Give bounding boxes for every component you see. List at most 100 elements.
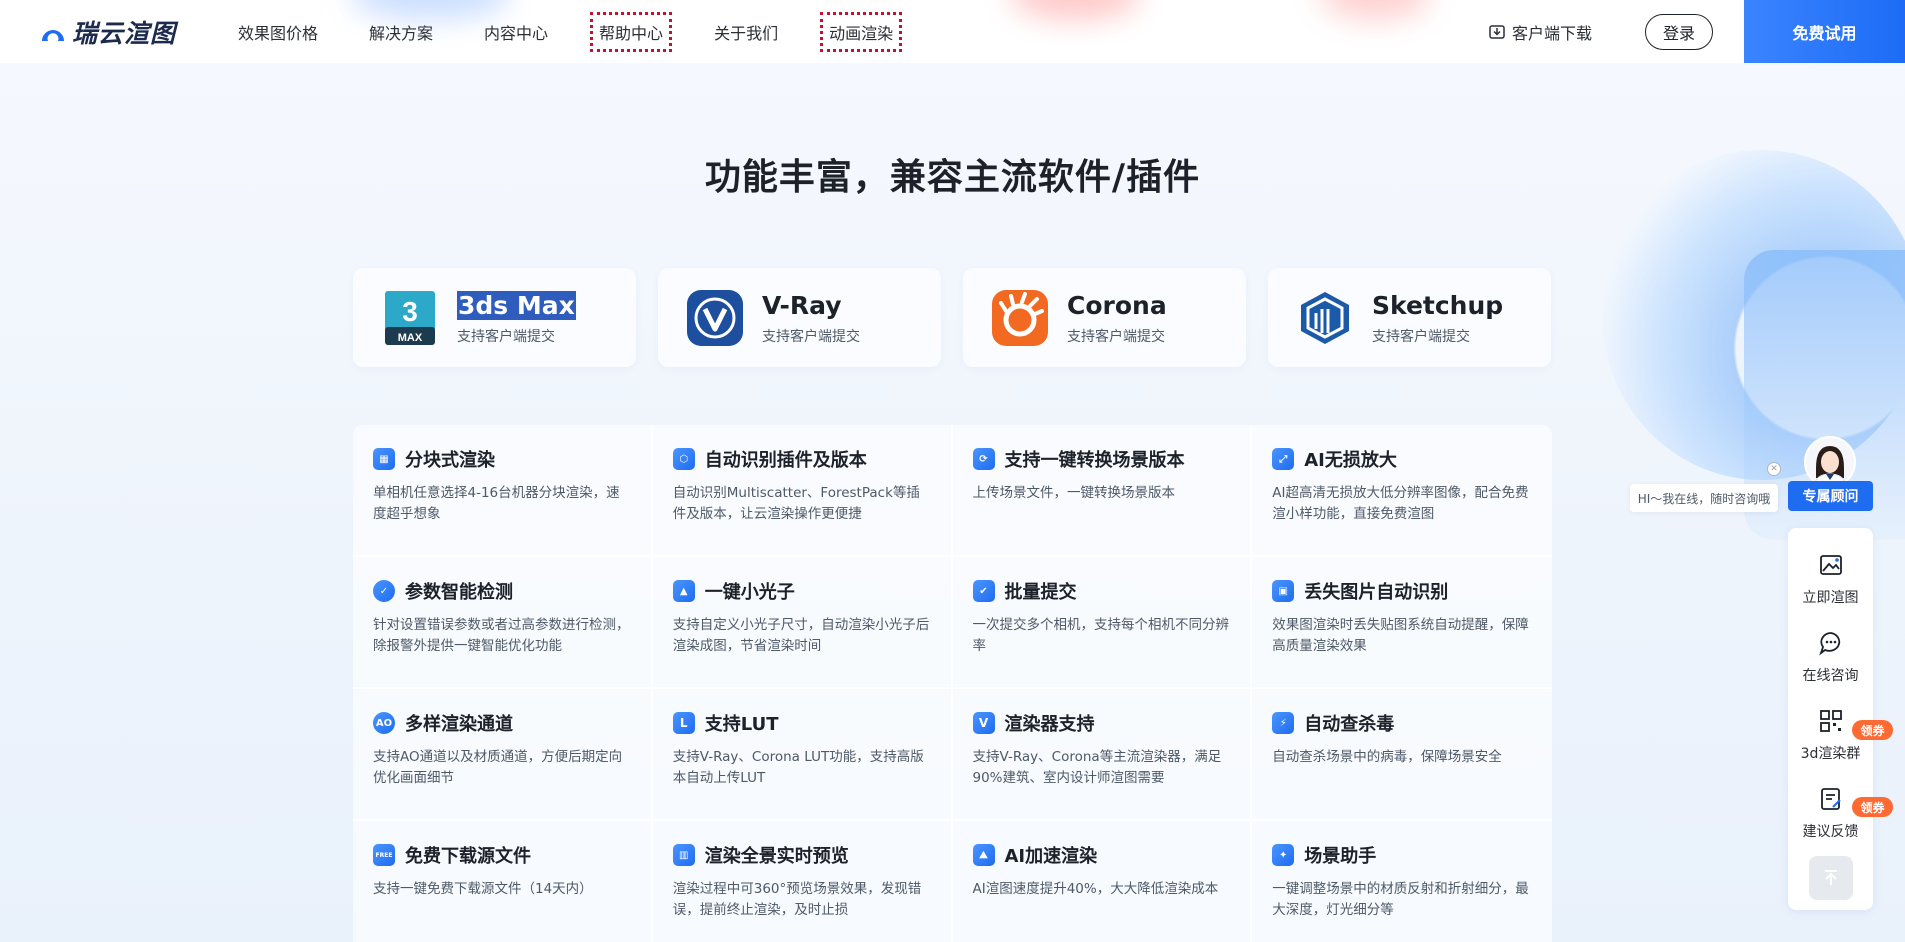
feature-desc: 支持AO通道以及材质通道，方便后期定向优化画面细节	[373, 749, 623, 786]
svg-text:3: 3	[402, 296, 418, 327]
side-tool-label: 在线咨询	[1802, 668, 1859, 684]
download-icon	[1489, 25, 1505, 39]
feature-title: 批量提交	[1004, 582, 1077, 603]
feature-desc: 一次提交多个相机，支持每个相机不同分辨率	[972, 617, 1230, 654]
feature-card: ⬡ 自动识别插件及版本 自动识别Multiscatter、ForestPack等插…	[652, 425, 953, 557]
feature-desc: 支持自定义小光子尺寸，自动渲染小光子后渲染成图，节省渲染时间	[672, 617, 930, 654]
corona-icon	[992, 289, 1048, 346]
lut-icon: L	[672, 712, 695, 734]
feedback-icon	[1820, 788, 1841, 810]
free-trial-button[interactable]: 免费试用	[1744, 0, 1905, 63]
feature-title: AI加速渲染	[1004, 846, 1098, 867]
side-tool-online-chat[interactable]: 在线咨询	[1788, 630, 1873, 685]
software-card-sketchup[interactable]: Sketchup 支持客户端提交	[1268, 268, 1551, 367]
convert-version-icon: ⟳	[972, 448, 995, 470]
feature-desc: AI超高清无损放大低分辨率图像，配合免费渲小样功能，直接免费渲图	[1272, 485, 1529, 522]
advisor-avatar-icon	[1806, 438, 1854, 486]
feature-card: ▥ 渲染全景实时预览 渲染过程中可360°预览场景效果，发现错误，提前终止渲染，及…	[652, 821, 953, 942]
batch-submit-icon: ✔	[972, 580, 995, 602]
software-sub: 支持客户端提交	[1372, 328, 1470, 345]
sketchup-icon	[1301, 291, 1349, 344]
back-to-top-button[interactable]	[1809, 856, 1853, 900]
feature-card: ⛰ AI加速渲染 AI渲图速度提升40%，大大降低渲染成本	[952, 821, 1253, 942]
feature-card: V 渲染器支持 支持V-Ray、Corona等主流渲染器，满足90%建筑、室内设计…	[952, 689, 1253, 821]
nav-item-solutions[interactable]: 解决方案	[363, 15, 439, 49]
nav-item-pricing[interactable]: 效果图价格	[232, 15, 324, 49]
side-tool-panel: 立即渲图 在线咨询 3d渲染群 建议反馈	[1788, 528, 1873, 910]
panorama-preview-icon: ▥	[672, 844, 695, 866]
software-list: 3 MAX 3ds Max 支持客户端提交 V-Ray 支持客户端提交 Coro…	[353, 268, 1551, 367]
ai-upscale-icon: ⤢	[1272, 448, 1295, 470]
software-card-vray[interactable]: V-Ray 支持客户端提交	[658, 268, 941, 367]
feature-title: 自动识别插件及版本	[704, 450, 867, 471]
feature-card: ▲ 一键小光子 支持自定义小光子尺寸，自动渲染小光子后渲染成图，节省渲染时间	[652, 557, 953, 689]
feature-card: ▦ 分块式渲染 单相机任意选择4-16台机器分块渲染，速度超乎想象	[353, 425, 653, 557]
site-logo[interactable]: 瑞云渲图	[38, 14, 176, 50]
plugin-detect-icon: ⬡	[672, 448, 695, 470]
feature-title: 支持LUT	[704, 714, 779, 735]
image-icon	[1819, 555, 1842, 575]
side-tool-label: 建议反馈	[1802, 824, 1859, 840]
3dsmax-icon: 3 MAX	[385, 290, 435, 345]
feature-desc: AI渲图速度提升40%，大大降低渲染成本	[972, 881, 1219, 897]
exclusive-advisor-button[interactable]: 专属顾问	[1788, 481, 1873, 511]
feature-title: 场景助手	[1304, 846, 1377, 867]
feature-desc: 效果图渲染时丢失贴图系统自动提醒，保障高质量渲染效果	[1272, 617, 1529, 654]
feature-card: ⚡ 自动查杀毒 自动查杀场景中的病毒，保障场景安全	[1252, 689, 1552, 821]
feature-title: 渲染全景实时预览	[704, 846, 849, 867]
coupon-badge[interactable]: 领券	[1852, 797, 1893, 817]
feature-title: 一键小光子	[704, 582, 795, 603]
close-icon[interactable]: ✕	[1767, 462, 1781, 476]
feature-desc: 支持V-Ray、Corona等主流渲染器，满足90%建筑、室内设计师渲图需要	[972, 749, 1222, 786]
ao-channel-icon: AO	[373, 712, 395, 734]
feature-title: 丢失图片自动识别	[1304, 582, 1449, 603]
feature-card: ✔ 批量提交 一次提交多个相机，支持每个相机不同分辨率	[952, 557, 1253, 689]
feature-title: 自动查杀毒	[1304, 714, 1395, 735]
download-label: 客户端下载	[1512, 24, 1593, 43]
software-card-3dsmax[interactable]: 3 MAX 3ds Max 支持客户端提交	[353, 268, 636, 367]
feature-desc: 单相机任意选择4-16台机器分块渲染，速度超乎想象	[373, 485, 620, 522]
split-render-icon: ▦	[373, 448, 395, 470]
feature-title: 多样渲染通道	[405, 714, 513, 735]
vray-icon	[687, 289, 743, 346]
renderer-icon: V	[972, 712, 995, 734]
feature-card: L 支持LUT 支持V-Ray、Corona LUT功能，支持高版本自动上传LUT	[652, 689, 953, 821]
feature-desc: 自动识别Multiscatter、ForestPack等插件及版本，让云渲染操作…	[672, 485, 920, 522]
header-decoration	[1010, 0, 1140, 20]
chat-icon	[1818, 632, 1840, 656]
feature-title: 支持一键转换场景版本	[1004, 450, 1185, 471]
feature-desc: 上传场景文件，一键转换场景版本	[972, 485, 1176, 501]
feature-card: ✦ 场景助手 一键调整场景中的材质反射和折射细分，最大深度，灯光细分等	[1252, 821, 1552, 942]
arrow-up-icon	[1825, 870, 1837, 885]
feature-card: ✓ 参数智能检测 针对设置错误参数或者过高参数进行检测，除报警外提供一键智能优化功…	[353, 557, 653, 689]
feature-title: 渲染器支持	[1004, 714, 1095, 735]
photon-icon: ▲	[672, 580, 695, 602]
free-download-icon: FREE	[373, 844, 395, 866]
feature-desc: 支持V-Ray、Corona LUT功能，支持高版本自动上传LUT	[672, 749, 924, 786]
feature-desc: 渲染过程中可360°预览场景效果，发现错误，提前终止渲染，及时止损	[672, 881, 922, 918]
scene-assistant-icon: ✦	[1272, 844, 1295, 866]
side-tool-render-now[interactable]: 立即渲图	[1788, 552, 1873, 607]
login-button[interactable]: 登录	[1645, 14, 1713, 50]
software-card-corona[interactable]: Corona 支持客户端提交	[963, 268, 1246, 367]
software-sub: 支持客户端提交	[762, 328, 860, 345]
feature-card: ▣ 丢失图片自动识别 效果图渲染时丢失贴图系统自动提醒，保障高质量渲染效果	[1252, 557, 1552, 689]
nav-item-help[interactable]: 帮助中心	[590, 11, 673, 52]
consult-bubble: HI～我在线，随时咨询哦	[1630, 484, 1778, 512]
nav-item-animation[interactable]: 动画渲染	[820, 11, 903, 52]
nav-item-content[interactable]: 内容中心	[478, 15, 554, 49]
feature-title: 免费下载源文件	[405, 846, 531, 867]
feature-desc: 一键调整场景中的材质反射和折射细分，最大深度，灯光细分等	[1272, 881, 1529, 918]
feature-card: FREE 免费下载源文件 支持一键免费下载源文件（14天内）	[353, 821, 653, 942]
feature-title: 参数智能检测	[405, 582, 513, 603]
nav-item-about[interactable]: 关于我们	[708, 15, 784, 49]
side-tool-label: 立即渲图	[1802, 590, 1859, 606]
client-download-link[interactable]: 客户端下载	[1488, 20, 1592, 44]
software-sub: 支持客户端提交	[1067, 328, 1165, 345]
missing-image-icon: ▣	[1272, 580, 1295, 602]
feature-title: AI无损放大	[1304, 450, 1397, 471]
coupon-badge[interactable]: 领券	[1852, 720, 1893, 740]
software-sub: 支持客户端提交	[457, 328, 555, 345]
ai-accelerate-icon: ⛰	[972, 844, 995, 866]
antivirus-icon: ⚡	[1272, 712, 1295, 734]
